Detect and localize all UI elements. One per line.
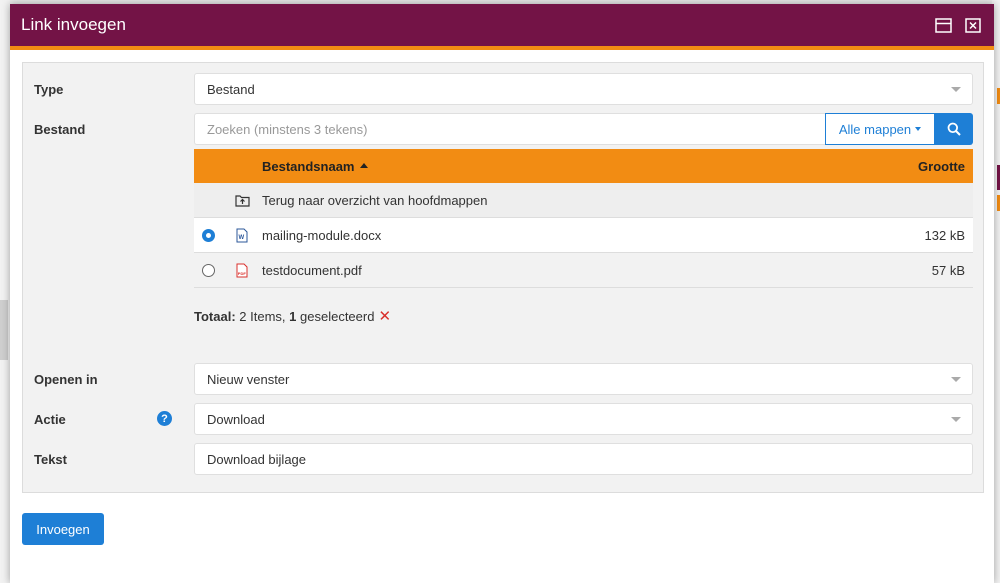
open-in-value: Nieuw venster	[207, 371, 290, 387]
form-panel: Type Bestand Bestand Alle mappen Bestand…	[22, 62, 984, 493]
file-label: Bestand	[34, 122, 86, 137]
clear-selection-icon[interactable]: ✕	[378, 307, 391, 325]
background-accent-mark	[0, 300, 8, 360]
pdf-file-icon: PDF	[222, 263, 262, 278]
file-radio-selected[interactable]	[201, 228, 215, 242]
chevron-down-icon	[951, 417, 961, 422]
column-header-filename[interactable]: Bestandsnaam	[262, 159, 853, 174]
dialog-title: Link invoegen	[21, 15, 126, 34]
file-size: 132 kB	[924, 227, 965, 243]
open-in-select[interactable]: Nieuw venster	[194, 363, 973, 395]
insert-button[interactable]: Invoegen	[22, 513, 104, 545]
open-in-label: Openen in	[34, 372, 98, 387]
file-name: mailing-module.docx	[262, 227, 382, 243]
search-icon	[947, 122, 961, 136]
table-row[interactable]: PDF testdocument.pdf 57 kB	[194, 253, 973, 288]
table-row[interactable]: W mailing-module.docx 132 kB	[194, 218, 973, 253]
help-icon[interactable]: ?	[157, 411, 172, 426]
total-label: Totaal:	[194, 308, 236, 324]
text-label: Tekst	[34, 452, 67, 467]
search-input[interactable]	[194, 113, 825, 145]
close-icon[interactable]	[963, 15, 983, 35]
maximize-icon[interactable]	[933, 15, 953, 35]
svg-text:W: W	[239, 235, 245, 241]
folder-filter-label: Alle mappen	[838, 121, 912, 137]
sort-ascending-icon	[360, 162, 369, 168]
item-count: 2 Items,	[239, 308, 286, 324]
action-label: Actie	[34, 412, 66, 427]
link-insert-dialog: Link invoegen Type Bestand Bestand Alle …	[10, 4, 994, 583]
file-size: 57 kB	[931, 262, 965, 278]
chevron-down-icon	[951, 377, 961, 382]
back-to-root-label: Terug naar overzicht van hoofdmappen	[262, 192, 488, 208]
svg-text:PDF: PDF	[238, 271, 247, 276]
table-header: Bestandsnaam Grootte	[194, 149, 973, 183]
selection-summary: Totaal: 2 Items, 1 geselecteerd ✕	[194, 307, 391, 325]
type-label: Type	[34, 82, 64, 97]
file-search-bar: Alle mappen	[194, 113, 973, 145]
caret-down-icon	[915, 127, 922, 131]
chevron-down-icon	[951, 87, 961, 92]
back-to-root-row[interactable]: Terug naar overzicht van hoofdmappen	[194, 183, 973, 218]
type-select[interactable]: Bestand	[194, 73, 973, 105]
search-button[interactable]	[935, 113, 973, 145]
background-left-edge	[0, 0, 10, 583]
folder-up-icon	[222, 194, 262, 207]
link-text-input[interactable]	[194, 443, 973, 475]
action-select[interactable]: Download	[194, 403, 973, 435]
dialog-header: Link invoegen	[10, 4, 994, 50]
word-file-icon: W	[222, 228, 262, 243]
file-radio[interactable]	[201, 263, 215, 277]
type-select-value: Bestand	[207, 81, 255, 97]
column-header-size[interactable]: Grootte	[853, 159, 973, 174]
selected-text: geselecteerd	[300, 308, 375, 324]
selected-count: 1	[289, 308, 297, 324]
file-name: testdocument.pdf	[262, 262, 362, 278]
file-table: Bestandsnaam Grootte Terug naar overzich…	[194, 149, 973, 288]
action-value: Download	[207, 411, 265, 427]
folder-filter-dropdown[interactable]: Alle mappen	[825, 113, 935, 145]
